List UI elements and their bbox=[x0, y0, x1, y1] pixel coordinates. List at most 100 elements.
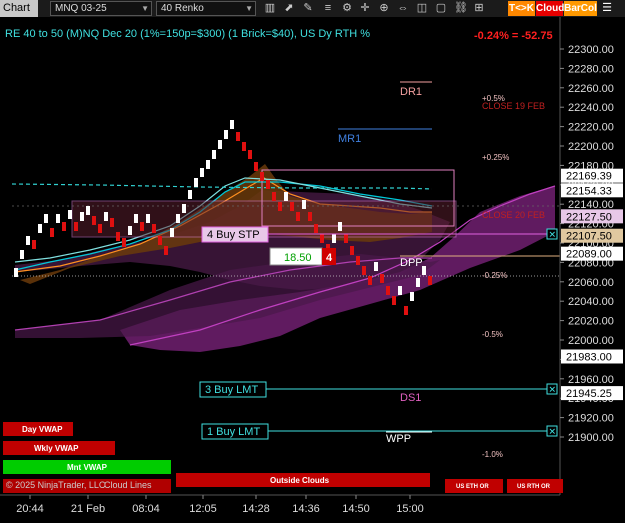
price-tag-label: 22154.33 bbox=[566, 185, 612, 197]
price-label: 21960.00 bbox=[568, 374, 614, 386]
down-brick bbox=[356, 256, 360, 265]
properties-icon[interactable]: ⚙ bbox=[341, 2, 353, 14]
svg-text:✕: ✕ bbox=[549, 385, 557, 395]
day-vwap-button[interactable]: Day VWAP bbox=[3, 422, 73, 436]
camera-icon[interactable]: ◫ bbox=[416, 2, 428, 14]
menu-icon[interactable]: ☰ bbox=[601, 2, 613, 14]
pct-plus-025-label: +0.25% bbox=[482, 153, 509, 162]
down-brick bbox=[290, 202, 294, 211]
list-icon[interactable]: ≡ bbox=[322, 2, 334, 14]
price-tag-label: 22127.50 bbox=[566, 211, 612, 223]
bar-chart-icon[interactable]: ▥ bbox=[264, 2, 276, 14]
price-label: 22200.00 bbox=[568, 141, 614, 153]
order-entry-value: 18.50 bbox=[284, 252, 312, 264]
time-label: 21 Feb bbox=[71, 503, 105, 515]
down-brick bbox=[344, 234, 348, 243]
data-box-icon[interactable]: ⊞ bbox=[473, 2, 485, 14]
cloud-button[interactable]: Cloud bbox=[536, 1, 564, 16]
arrow-icon[interactable]: ⬈ bbox=[283, 2, 295, 14]
time-label: 15:00 bbox=[396, 503, 424, 515]
barcol-button[interactable]: BarCol bbox=[564, 1, 597, 16]
chart-panel[interactable]: DR1 +0.5% CLOSE 19 FEB MR1 +0.25% CLOSE … bbox=[0, 17, 625, 523]
up-brick bbox=[56, 214, 60, 223]
up-brick bbox=[20, 250, 24, 259]
up-brick bbox=[194, 178, 198, 187]
down-brick bbox=[266, 180, 270, 189]
close20-label: CLOSE 20 FEB bbox=[482, 210, 545, 220]
down-brick bbox=[392, 296, 396, 305]
pct-minus-1-label: -1.0% bbox=[482, 450, 503, 459]
down-brick bbox=[62, 222, 66, 231]
up-brick bbox=[14, 268, 18, 277]
mnt-vwap-button[interactable]: Mnt VWAP bbox=[3, 460, 171, 474]
up-brick bbox=[176, 214, 180, 223]
time-label: 12:05 bbox=[189, 503, 217, 515]
up-brick bbox=[188, 190, 192, 199]
down-brick bbox=[260, 172, 264, 181]
up-brick bbox=[182, 204, 186, 213]
down-brick bbox=[50, 228, 54, 237]
time-label: 20:44 bbox=[16, 503, 44, 515]
mr1-label: MR1 bbox=[338, 133, 361, 145]
up-brick bbox=[212, 150, 216, 159]
scroll-icon[interactable]: ⇔ bbox=[397, 2, 409, 14]
outside-clouds-button[interactable]: Outside Clouds bbox=[176, 473, 430, 487]
up-brick bbox=[302, 200, 306, 209]
us-rth-or-button[interactable]: US RTH OR bbox=[507, 479, 563, 493]
up-brick bbox=[416, 278, 420, 287]
change-label: -0.24% = -52.75 bbox=[474, 30, 553, 42]
up-brick bbox=[68, 210, 72, 219]
ds1-label: DS1 bbox=[400, 392, 421, 404]
up-brick bbox=[284, 192, 288, 201]
price-label: 22040.00 bbox=[568, 296, 614, 308]
price-label: 22000.00 bbox=[568, 335, 614, 347]
link-icon[interactable]: ⛓ bbox=[454, 2, 468, 14]
interval-selector[interactable]: 40 Renko ▼ bbox=[156, 1, 256, 16]
symbol-value: MNQ 03-25 bbox=[55, 3, 107, 14]
price-axis[interactable]: 22300.00 22280.00 22260.00 22240.00 22220.00… bbox=[560, 44, 614, 444]
up-brick bbox=[80, 212, 84, 221]
wpp-label: WPP bbox=[386, 433, 411, 445]
pct-minus-05-label: -0.5% bbox=[482, 330, 503, 339]
price-label: 21920.00 bbox=[568, 413, 614, 425]
wkly-vwap-button[interactable]: Wkly VWAP bbox=[3, 441, 115, 455]
down-brick bbox=[350, 246, 354, 255]
down-brick bbox=[122, 238, 126, 247]
up-brick bbox=[44, 214, 48, 223]
down-brick bbox=[272, 192, 276, 201]
up-brick bbox=[398, 286, 402, 295]
down-brick bbox=[368, 276, 372, 285]
interval-value: 40 Renko bbox=[161, 3, 204, 14]
drawing-tools-icon[interactable]: ✎ bbox=[302, 2, 314, 14]
down-brick bbox=[278, 202, 282, 211]
price-label: 22020.00 bbox=[568, 316, 614, 328]
zoom-icon[interactable]: ⊕ bbox=[378, 2, 390, 14]
up-brick bbox=[146, 214, 150, 223]
svg-text:Outside Clouds: Outside Clouds bbox=[270, 476, 330, 485]
dpp-label: DPP bbox=[400, 257, 423, 269]
up-brick bbox=[338, 222, 342, 231]
window-icon[interactable]: ▢ bbox=[435, 2, 447, 14]
symbol-selector[interactable]: MNQ 03-25 ▼ bbox=[50, 1, 152, 16]
down-brick bbox=[98, 224, 102, 233]
chart-menu-label[interactable]: Chart bbox=[0, 0, 38, 17]
chart-header: RE 40 to 50 (M)NQ Dec 20 (1%=150p=$300) … bbox=[5, 28, 370, 40]
crosshair-icon[interactable]: ✛ bbox=[359, 2, 371, 14]
up-brick bbox=[128, 226, 132, 235]
copyright-label: © 2025 NinjaTrader, LLC bbox=[6, 480, 106, 490]
price-label: 22300.00 bbox=[568, 44, 614, 56]
svg-text:✕: ✕ bbox=[549, 427, 557, 437]
us-eth-or-button[interactable]: US ETH OR bbox=[445, 479, 503, 493]
time-label: 08:04 bbox=[132, 503, 160, 515]
tk-button[interactable]: T<>K bbox=[508, 1, 535, 16]
up-brick bbox=[206, 160, 210, 169]
down-brick bbox=[404, 306, 408, 315]
up-brick bbox=[332, 234, 336, 243]
order-entry[interactable]: 18.50 4 bbox=[269, 247, 336, 266]
up-brick bbox=[374, 262, 378, 271]
dr1-label: DR1 bbox=[400, 86, 422, 98]
down-brick bbox=[386, 286, 390, 295]
down-brick bbox=[242, 142, 246, 151]
up-brick bbox=[170, 228, 174, 237]
pct-minus-025-label: -0.25% bbox=[482, 271, 507, 280]
